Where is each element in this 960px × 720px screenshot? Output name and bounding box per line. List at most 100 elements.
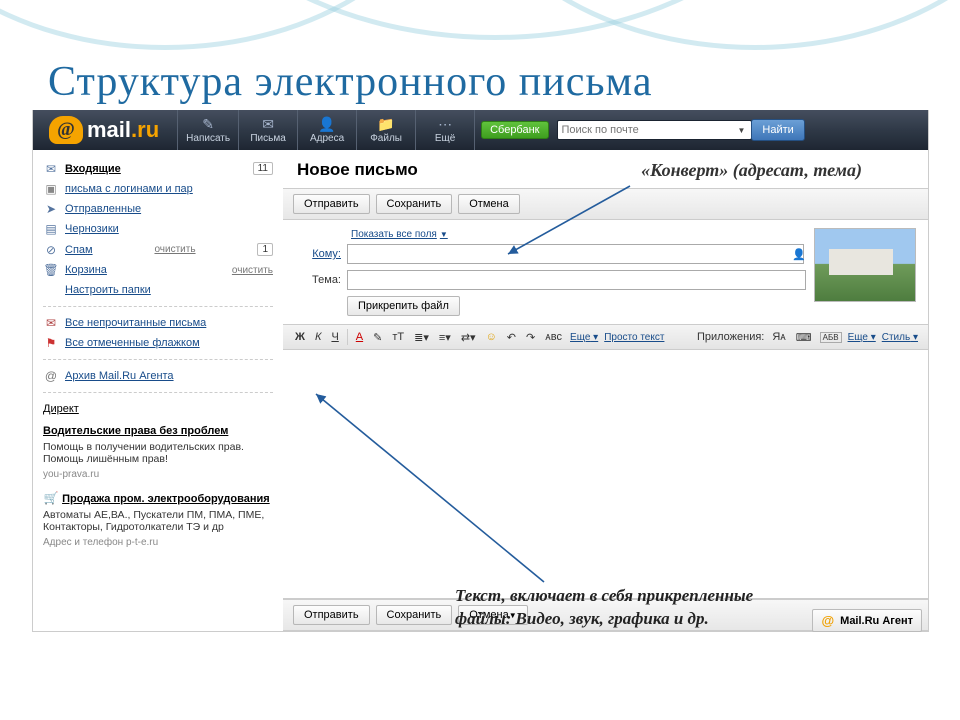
- sidebar-item-unread[interactable]: ✉ Все непрочитанные письма: [43, 313, 273, 333]
- translate-icon[interactable]: Яᴀ: [770, 331, 787, 343]
- envelope-closed-icon: ✉: [43, 317, 59, 329]
- dots-icon: ⋯: [436, 117, 454, 133]
- to-input[interactable]: [347, 244, 804, 264]
- align-button[interactable]: ≣▾: [412, 331, 431, 344]
- at-small-icon: @: [43, 370, 59, 382]
- sidebar-item-drafts[interactable]: ▤ Чернозики: [43, 219, 273, 239]
- translit-icon[interactable]: АБВ: [820, 332, 842, 343]
- indent-button[interactable]: ⇄▾: [459, 331, 478, 344]
- nav-write[interactable]: ✎Написать: [178, 110, 239, 150]
- contacts-picker-icon[interactable]: 👤: [792, 248, 806, 261]
- apps-label: Приложения:: [697, 331, 764, 343]
- ad-block-1[interactable]: Водительские права без проблем Помощь в …: [43, 419, 273, 486]
- compose-body-textarea[interactable]: [283, 350, 928, 599]
- chevron-down-icon: ▼: [440, 230, 448, 239]
- ad2-source: Адрес и телефон p-t-e.ru: [43, 537, 273, 548]
- highlight-button[interactable]: ✎: [371, 331, 384, 344]
- bold-button[interactable]: Ж: [293, 331, 307, 343]
- folder-icon: ▣: [43, 183, 59, 195]
- sent-icon: ➤: [43, 203, 59, 215]
- drafts-icon: ▤: [43, 223, 59, 235]
- sidebar-item-trash[interactable]: 🗑 Корзина очистить: [43, 260, 273, 280]
- toolbar-more2-link[interactable]: Еще ▾: [848, 332, 876, 343]
- attach-button[interactable]: Прикрепить файл: [347, 296, 460, 316]
- send-button[interactable]: Отправить: [293, 194, 370, 214]
- send-button-bottom[interactable]: Отправить: [293, 605, 370, 625]
- nav-more[interactable]: ⋯Ещё: [416, 110, 475, 150]
- editor-toolbar: Ж К Ч A ✎ тТ ≣▾ ≡▾ ⇄▾ ☺ ↶ ↷ ᴀʙс Еще ▾ Пр…: [283, 324, 928, 350]
- ad1-source: you-prava.ru: [43, 469, 273, 480]
- mail-app-window: @ mail.ru ✎Написать ✉Письма 👤Адреса 📁Фай…: [32, 110, 929, 632]
- spam-clear-link[interactable]: очистить: [154, 244, 195, 255]
- cancel-button[interactable]: Отмена: [458, 194, 519, 214]
- search-button[interactable]: Найти: [751, 119, 804, 141]
- inbox-icon: ✉: [43, 163, 59, 175]
- underline-button[interactable]: Ч: [329, 331, 340, 343]
- compose-pane: Новое письмо Отправить Сохранить Отмена …: [283, 150, 928, 631]
- nav-addresses[interactable]: 👤Адреса: [298, 110, 357, 150]
- mailru-logo[interactable]: @ mail.ru: [39, 110, 177, 150]
- to-row: Кому: 👤: [295, 244, 806, 264]
- font-color-button[interactable]: A: [354, 331, 365, 343]
- sidebar-item-archive[interactable]: @ Архив Mail.Ru Агента: [43, 366, 273, 386]
- undo-button[interactable]: ↶: [505, 331, 518, 344]
- save-button[interactable]: Сохранить: [376, 194, 453, 214]
- save-button-bottom[interactable]: Сохранить: [376, 605, 453, 625]
- inbox-count: 11: [253, 162, 273, 175]
- slide-title: Структура электронного письма: [48, 58, 652, 106]
- spam-icon: ⊘: [43, 244, 59, 256]
- flag-icon: ⚑: [43, 337, 59, 349]
- show-all-fields-link[interactable]: Показать все поля▼: [351, 229, 448, 240]
- font-size-button[interactable]: тТ: [390, 331, 406, 343]
- sidebar-configure-folders[interactable]: Настроить папки: [43, 280, 273, 300]
- keyboard-icon[interactable]: ⌨: [794, 331, 814, 344]
- subject-input[interactable]: [347, 270, 806, 290]
- annotation-envelope: «Конверт» (адресат, тема): [641, 160, 862, 181]
- sidebar-item-folder-logins[interactable]: ▣ письма с логинами и пар: [43, 179, 273, 199]
- pencil-icon: ✎: [199, 117, 217, 133]
- sidebar-item-flagged[interactable]: ⚑ Все отмеченные флажком: [43, 333, 273, 353]
- envelope-icon: ✉: [259, 117, 277, 133]
- trash-icon: 🗑: [43, 264, 59, 276]
- toolbar-more-link[interactable]: Еще ▾: [570, 332, 598, 343]
- sidebar: ✉ Входящие 11 ▣ письма с логинами и пар …: [33, 150, 283, 631]
- plain-text-link[interactable]: Просто текст: [604, 332, 664, 343]
- mailru-agent-button[interactable]: @ Mail.Ru Агент: [812, 609, 922, 632]
- trash-clear-link[interactable]: очистить: [232, 265, 273, 276]
- envelope-section: Показать все поля▼ Кому: 👤 Тема: Прикреп…: [283, 220, 928, 324]
- sidebar-item-spam[interactable]: ⊘ Спам очистить 1: [43, 239, 273, 260]
- folder-icon: 📁: [377, 117, 395, 133]
- list-button[interactable]: ≡▾: [437, 331, 453, 344]
- cart-icon: 🛒: [43, 492, 59, 504]
- nav-bar: ✎Написать ✉Письма 👤Адреса 📁Файлы ⋯Ещё: [177, 110, 475, 150]
- nav-files[interactable]: 📁Файлы: [357, 110, 416, 150]
- nav-letters[interactable]: ✉Письма: [239, 110, 298, 150]
- spam-count: 1: [257, 243, 273, 256]
- at-icon: @: [49, 116, 83, 144]
- app-topbar: @ mail.ru ✎Написать ✉Письма 👤Адреса 📁Фай…: [33, 110, 928, 150]
- sidebar-item-sent[interactable]: ➤ Отправленные: [43, 199, 273, 219]
- decorative-waves: [0, 0, 960, 65]
- subject-row: Тема:: [295, 270, 806, 290]
- ad-block-2[interactable]: 🛒 Продажа пром. электрооборудования Авто…: [43, 486, 273, 554]
- at-icon: @: [821, 613, 834, 628]
- contacts-icon: 👤: [318, 117, 336, 133]
- ad1-body: Помощь в получении водительских прав. По…: [43, 441, 273, 465]
- ad2-title: Продажа пром. электрооборудования: [62, 493, 270, 505]
- sidebar-photo-thumbnail: [814, 228, 916, 302]
- sidebar-item-inbox[interactable]: ✉ Входящие 11: [43, 158, 273, 179]
- subject-label: Тема:: [295, 274, 341, 286]
- sberbank-badge[interactable]: Сбербанк: [481, 121, 548, 139]
- ad2-body: Автоматы АЕ,ВА., Пускатели ПМ, ПМА, ПМЕ,…: [43, 509, 273, 533]
- emoji-button[interactable]: ☺: [484, 331, 499, 343]
- ad1-title: Водительские права без проблем: [43, 425, 228, 437]
- search-input[interactable]: [557, 120, 752, 140]
- strike-button[interactable]: ᴀʙс: [543, 331, 564, 343]
- search-wrap: ▼ Найти: [557, 119, 805, 141]
- style-link[interactable]: Стиль ▾: [882, 332, 918, 343]
- redo-button[interactable]: ↷: [524, 331, 537, 344]
- to-label: Кому:: [295, 248, 341, 260]
- chevron-down-icon[interactable]: ▼: [738, 126, 746, 135]
- direct-heading: Директ: [43, 399, 273, 419]
- italic-button[interactable]: К: [313, 331, 323, 343]
